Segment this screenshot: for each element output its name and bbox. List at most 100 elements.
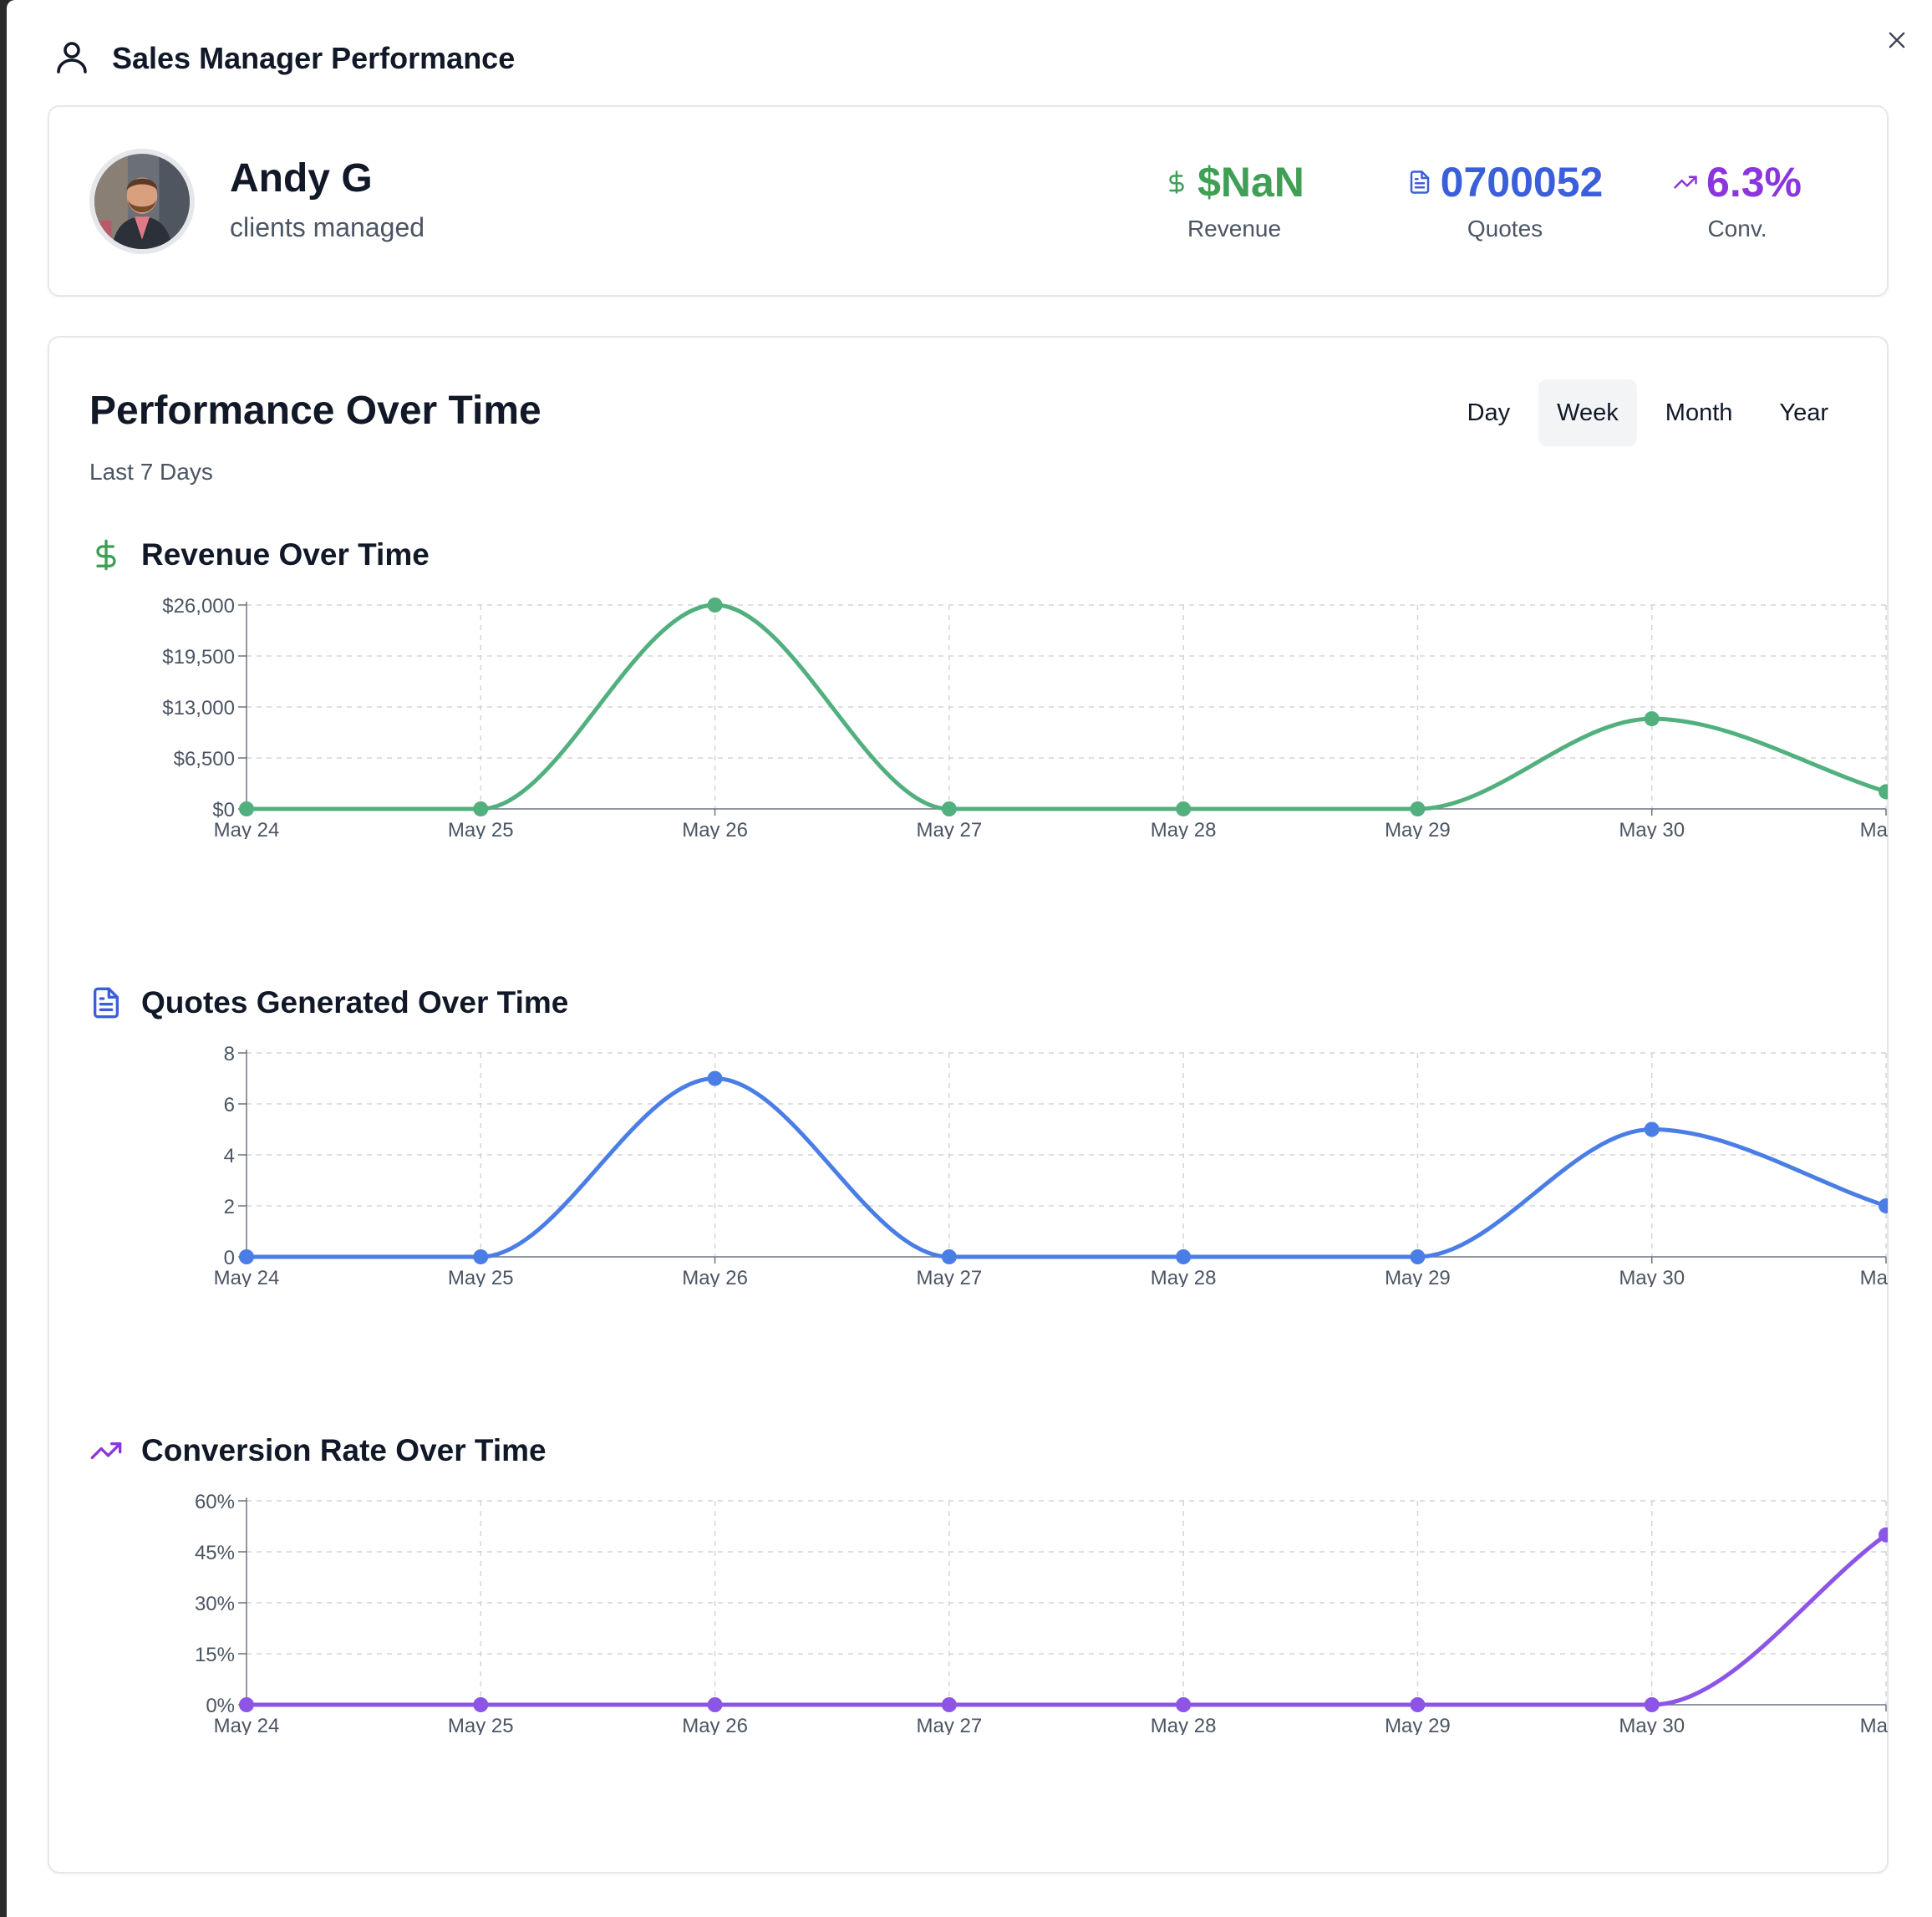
y-tick-label: 30% [195, 1593, 235, 1615]
y-tick-label: 2 [224, 1196, 235, 1218]
data-point [941, 801, 957, 816]
performance-modal: Sales Manager Performance Andy G clients… [7, 0, 1932, 1917]
user-icon [52, 37, 92, 81]
profile-card: Andy G clients managed $NaN Revenue 0700… [48, 105, 1889, 297]
revenue-section-title: Revenue Over Time [141, 537, 430, 572]
tab-week[interactable]: Week [1538, 379, 1637, 446]
x-tick-label: May 28 [1151, 819, 1217, 839]
range-tabs: Day Week Month Year [1439, 379, 1847, 446]
quotes-section-header: Quotes Generated Over Time [89, 982, 568, 1024]
series-line [247, 603, 1887, 811]
modal-title: Sales Manager Performance [112, 41, 516, 75]
data-point [473, 801, 489, 816]
revenue-value: $NaN [1197, 159, 1304, 206]
data-point [1410, 801, 1426, 816]
y-tick-label: $6,500 [174, 748, 235, 770]
x-tick-label: May 31 [1860, 819, 1888, 839]
series-line [247, 1075, 1887, 1259]
x-tick-label: May 25 [448, 819, 514, 839]
y-tick-label: 4 [224, 1145, 235, 1167]
conversion-label: Conv. [1707, 216, 1767, 242]
y-tick-label: 6 [224, 1094, 235, 1116]
y-tick-label: 60% [195, 1492, 235, 1513]
quotes-section-title: Quotes Generated Over Time [141, 985, 569, 1020]
y-tick-label: $0 [212, 799, 235, 821]
x-tick-label: May 27 [917, 1715, 983, 1735]
x-tick-label: May 25 [448, 1267, 514, 1287]
x-tick-label: May 29 [1385, 1267, 1451, 1287]
chart-grid [247, 604, 1887, 809]
x-tick-label: May 24 [214, 1715, 280, 1735]
dollar-icon [1169, 170, 1184, 194]
document-icon [94, 987, 119, 1019]
x-tick-label: May 31 [1860, 1267, 1888, 1287]
profile-subtitle: clients managed [230, 212, 425, 242]
x-tick-label: May 29 [1385, 1715, 1451, 1735]
data-point [1410, 1249, 1426, 1264]
revenue-stat: $NaN Revenue [1151, 157, 1318, 242]
data-point [1879, 1198, 1894, 1213]
performance-title: Performance Over Time [89, 389, 541, 433]
y-tick-label: $19,500 [162, 646, 235, 669]
x-tick-label: May 28 [1151, 1715, 1217, 1735]
data-point [473, 1249, 489, 1264]
x-tick-label: May 24 [214, 819, 280, 839]
trending-up-icon [1674, 175, 1697, 189]
x-tick-label: May 30 [1619, 819, 1685, 839]
close-button[interactable] [1879, 22, 1915, 58]
x-tick-label: May 31 [1860, 1715, 1888, 1735]
tab-year[interactable]: Year [1761, 379, 1847, 446]
x-tick-label: May 26 [682, 819, 748, 839]
revenue-section-header: Revenue Over Time [89, 534, 430, 576]
y-tick-label: 8 [224, 1045, 235, 1065]
data-point [239, 1249, 254, 1264]
conversion-stat: 6.3% Conv. [1654, 157, 1821, 242]
trending-up-icon [90, 1442, 122, 1459]
profile-name: Andy G [230, 156, 373, 201]
x-tick-label: May 28 [1151, 1267, 1217, 1287]
revenue-chart: $0 $6,500 $13,000 $19,500 $26,000 May 24 May 2… [99, 595, 1925, 843]
y-tick-label: 0% [206, 1695, 235, 1717]
y-tick-label: 15% [195, 1644, 235, 1666]
document-icon [1410, 170, 1429, 194]
close-icon [1889, 32, 1905, 48]
x-tick-label: May 25 [448, 1715, 514, 1735]
chart-grid [247, 1052, 1887, 1257]
x-tick-label: May 30 [1619, 1267, 1685, 1287]
data-point [707, 1070, 723, 1086]
data-point [239, 801, 254, 816]
data-point [1644, 1121, 1660, 1137]
y-tick-label: $13,000 [162, 697, 235, 720]
conversion-section-title: Conversion Rate Over Time [141, 1433, 547, 1467]
tab-day[interactable]: Day [1449, 379, 1529, 446]
y-tick-label: 0 [224, 1247, 235, 1269]
quotes-value: 0700052 [1440, 159, 1604, 206]
chart-grid [247, 1500, 1887, 1705]
data-point [1176, 801, 1192, 816]
data-point [1176, 1697, 1192, 1712]
x-tick-label: May 24 [214, 1267, 280, 1287]
x-tick-label: May 27 [917, 1267, 983, 1287]
quotes-stat: 0700052 Quotes [1380, 157, 1630, 242]
data-point [1410, 1697, 1426, 1712]
x-tick-label: May 30 [1619, 1715, 1685, 1735]
modal-header: Sales Manager Performance [52, 33, 515, 84]
data-point [941, 1697, 957, 1712]
y-tick-label: $26,000 [162, 597, 235, 618]
performance-card: Performance Over Time Last 7 Days Day We… [48, 336, 1925, 1874]
x-tick-label: May 27 [917, 819, 983, 839]
data-point [707, 1697, 723, 1712]
data-point [941, 1249, 957, 1264]
conversion-value: 6.3% [1706, 159, 1802, 206]
data-point [707, 597, 723, 613]
revenue-label: Revenue [1187, 216, 1282, 242]
quotes-label: Quotes [1467, 216, 1543, 242]
conversion-section-header: Conversion Rate Over Time [89, 1430, 547, 1472]
y-tick-label: 45% [195, 1542, 235, 1564]
data-point [473, 1697, 489, 1712]
tab-month[interactable]: Month [1647, 379, 1752, 446]
data-point [1879, 784, 1894, 800]
data-point [1644, 1697, 1660, 1712]
data-point [1176, 1249, 1192, 1264]
dollar-icon [96, 539, 116, 571]
